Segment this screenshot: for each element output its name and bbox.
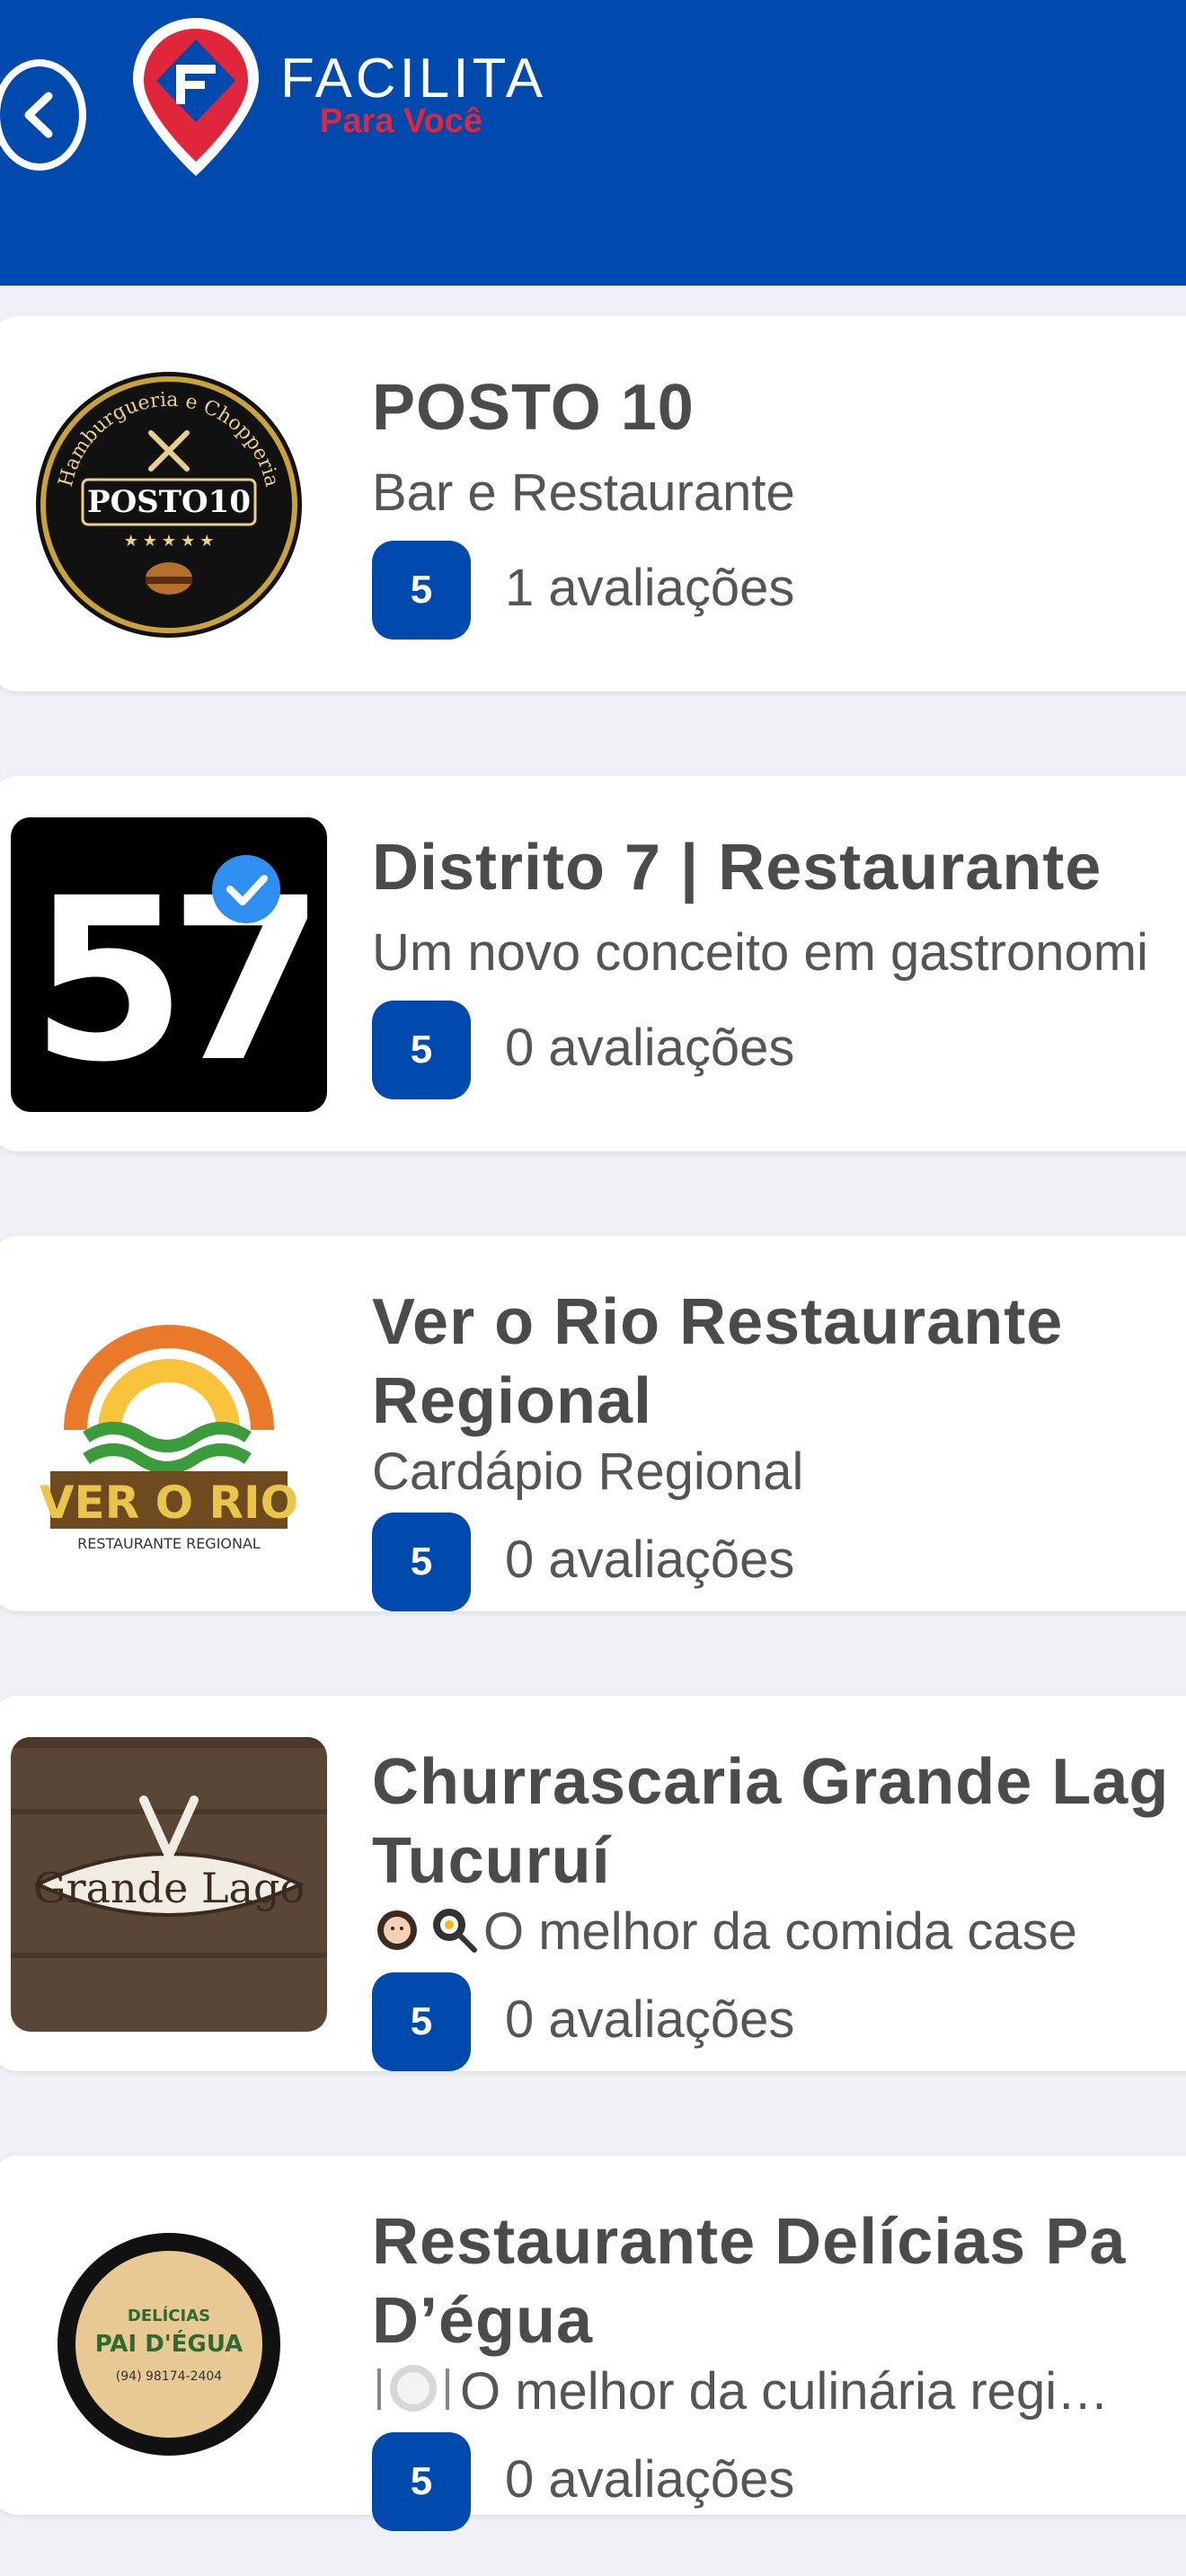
restaurant-name-line2: D’égua — [372, 2285, 594, 2357]
brand-name: FACILITA — [280, 48, 547, 110]
restaurant-description-text: O melhor da culinária regi… — [460, 2362, 1110, 2421]
restaurant-name-line1: Ver o Rio Restaurante — [372, 1286, 1064, 1358]
restaurant-card[interactable]: Grande Lago Churrascaria Grande Lag Tucu… — [0, 1696, 1186, 2071]
restaurant-description: O melhor da culinária regi… — [372, 2360, 1186, 2428]
rating-badge: 5 — [372, 1513, 471, 1611]
svg-text:PAI D'ÉGUA: PAI D'ÉGUA — [95, 2329, 243, 2358]
svg-text:Grande Lago: Grande Lago — [33, 1864, 305, 1912]
review-count: 0 avaliações — [505, 1531, 795, 1589]
svg-text:VER O RIO: VER O RIO — [40, 1477, 298, 1529]
frying-pan-icon — [428, 1903, 478, 1968]
chevron-left-icon — [24, 92, 53, 138]
rating-badge: 5 — [372, 2432, 471, 2531]
svg-text:(94) 98174-2404: (94) 98174-2404 — [116, 2369, 222, 2384]
svg-text:POSTO10: POSTO10 — [87, 484, 251, 520]
review-count: 0 avaliações — [505, 1990, 795, 2049]
restaurant-logo: Grande Lago — [11, 1737, 327, 2032]
back-button[interactable] — [0, 59, 86, 171]
restaurant-name: POSTO 10 — [372, 372, 695, 444]
svg-text:★ ★ ★ ★ ★: ★ ★ ★ ★ ★ — [124, 532, 215, 550]
restaurant-description: Bar e Restaurante — [372, 463, 795, 522]
rating-badge: 5 — [372, 1001, 471, 1099]
restaurant-description: O melhor da comida case — [372, 1901, 1186, 1968]
review-count: 1 avaliações — [505, 559, 795, 617]
restaurant-card[interactable]: DELÍCIAS PAI D'ÉGUA (94) 98174-2404 Rest… — [0, 2156, 1186, 2531]
brand-tagline: Para Você — [320, 102, 482, 140]
plate-icon — [372, 2363, 455, 2428]
restaurant-description-text: O melhor da comida case — [483, 1902, 1077, 1961]
woman-icon — [372, 1903, 422, 1968]
facilita-logo-icon — [133, 18, 259, 176]
restaurant-logo: VER O RIO RESTAURANTE REGIONAL — [11, 1277, 327, 1572]
restaurant-description: Um novo conceito em gastronomi — [372, 923, 1148, 982]
rating-badge: 5 — [372, 541, 471, 640]
restaurant-name-line2: Tucuruí — [372, 1825, 611, 1897]
restaurant-name: Distrito 7 | Restaurante — [372, 832, 1102, 904]
restaurant-logo: DELÍCIAS PAI D'ÉGUA (94) 98174-2404 — [11, 2197, 327, 2492]
restaurant-name-line1: Churrascaria Grande Lag — [372, 1746, 1170, 1818]
restaurant-name-line2: Regional — [372, 1365, 653, 1437]
svg-text:DELÍCIAS: DELÍCIAS — [128, 2306, 210, 2325]
review-count: 0 avaliações — [505, 1019, 795, 1077]
review-count: 0 avaliações — [505, 2450, 795, 2509]
restaurant-name-line1: Restaurante Delícias Pa — [372, 2206, 1127, 2278]
restaurant-logo: Hamburgueria e Chopperia POSTO10 ★ ★ ★ ★… — [11, 357, 327, 652]
restaurant-logo: 57 — [11, 817, 327, 1112]
rating-badge: 5 — [372, 1972, 471, 2071]
restaurant-card[interactable]: 57 Distrito 7 | Restaurante Um novo conc… — [0, 776, 1186, 1151]
restaurant-card[interactable]: VER O RIO RESTAURANTE REGIONAL Ver o Rio… — [0, 1236, 1186, 1611]
svg-text:RESTAURANTE REGIONAL: RESTAURANTE REGIONAL — [77, 1535, 261, 1552]
restaurant-description: Cardápio Regional — [372, 1442, 804, 1501]
app-header: FACILITA Para Você — [0, 0, 1186, 286]
restaurant-card[interactable]: Hamburgueria e Chopperia POSTO10 ★ ★ ★ ★… — [0, 316, 1186, 692]
